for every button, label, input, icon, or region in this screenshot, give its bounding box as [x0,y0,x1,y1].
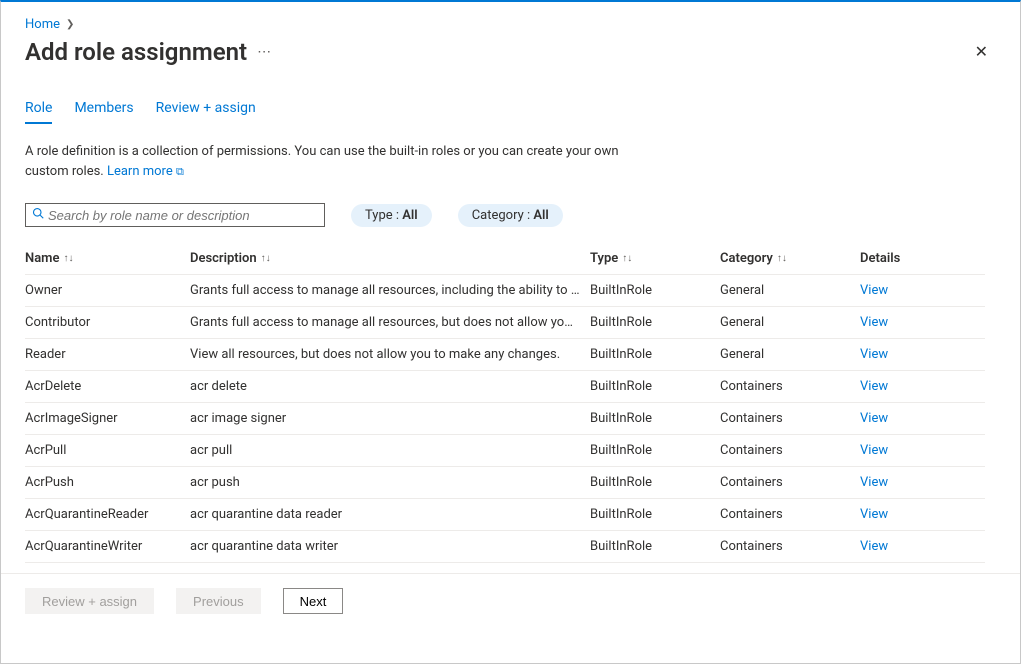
view-link[interactable]: View [860,379,888,394]
search-input[interactable] [48,208,318,223]
view-link[interactable]: View [860,411,888,426]
cell-category: General [720,347,860,362]
tabs: Role Members Review + assign [25,100,996,124]
cell-name: AcrPush [25,475,190,490]
cell-category: General [720,283,860,298]
cell-description: acr pull [190,443,590,458]
tab-review-assign[interactable]: Review + assign [156,100,256,124]
view-link[interactable]: View [860,507,888,522]
cell-name: Owner [25,283,190,298]
cell-description: Grants full access to manage all resourc… [190,315,590,330]
sort-icon: ↑↓ [261,253,271,264]
cell-description: acr push [190,475,590,490]
more-actions-button[interactable]: ⋯ [257,44,272,60]
view-link[interactable]: View [860,443,888,458]
breadcrumb: Home ❯ [25,12,996,36]
table-row[interactable]: AcrImageSigneracr image signerBuiltInRol… [25,403,985,435]
cell-type: BuiltInRole [590,411,720,426]
sort-icon: ↑↓ [63,253,73,264]
column-header-description[interactable]: Description ↑↓ [190,251,590,266]
table-row[interactable]: AcrDeleteacr deleteBuiltInRoleContainers… [25,371,985,403]
cell-name: AcrPull [25,443,190,458]
roles-table: Name ↑↓ Description ↑↓ Type ↑↓ Category … [25,243,985,563]
table-row[interactable]: ReaderView all resources, but does not a… [25,339,985,371]
cell-type: BuiltInRole [590,539,720,554]
type-filter-pill[interactable]: Type : All [351,204,432,227]
cell-description: acr delete [190,379,590,394]
view-link[interactable]: View [860,475,888,490]
search-input-wrapper[interactable] [25,203,325,227]
column-header-name[interactable]: Name ↑↓ [25,251,190,266]
table-row[interactable]: AcrPullacr pullBuiltInRoleContainersView [25,435,985,467]
category-filter-pill[interactable]: Category : All [458,204,563,227]
cell-category: Containers [720,507,860,522]
table-row[interactable]: AcrPushacr pushBuiltInRoleContainersView [25,467,985,499]
cell-name: AcrQuarantineReader [25,507,190,522]
view-link[interactable]: View [860,539,888,554]
cell-name: AcrQuarantineWriter [25,539,190,554]
tab-role[interactable]: Role [25,100,52,124]
chevron-right-icon: ❯ [66,19,74,30]
cell-type: BuiltInRole [590,347,720,362]
sort-icon: ↑↓ [622,253,632,264]
external-link-icon: ⧉ [176,165,184,178]
column-header-type[interactable]: Type ↑↓ [590,251,720,266]
close-button[interactable]: ✕ [967,40,996,64]
table-row[interactable]: AcrQuarantineReaderacr quarantine data r… [25,499,985,531]
cell-name: AcrImageSigner [25,411,190,426]
learn-more-link[interactable]: Learn more ⧉ [107,164,184,179]
search-icon [32,207,44,223]
view-link[interactable]: View [860,315,888,330]
cell-description: Grants full access to manage all resourc… [190,283,590,298]
view-link[interactable]: View [860,347,888,362]
column-header-details: Details [860,251,960,266]
cell-name: AcrDelete [25,379,190,394]
next-button[interactable]: Next [283,588,344,614]
cell-category: Containers [720,443,860,458]
table-header: Name ↑↓ Description ↑↓ Type ↑↓ Category … [25,243,985,275]
page-title: Add role assignment [25,38,247,66]
cell-category: Containers [720,475,860,490]
cell-type: BuiltInRole [590,443,720,458]
column-header-category[interactable]: Category ↑↓ [720,251,860,266]
breadcrumb-home[interactable]: Home [25,17,60,32]
sort-icon: ↑↓ [777,253,787,264]
review-assign-button: Review + assign [25,588,154,614]
cell-category: General [720,315,860,330]
cell-type: BuiltInRole [590,507,720,522]
description-text: A role definition is a collection of per… [25,142,645,181]
cell-description: acr image signer [190,411,590,426]
horizontal-scrollbar[interactable] [1,646,1020,663]
cell-type: BuiltInRole [590,379,720,394]
cell-name: Contributor [25,315,190,330]
cell-category: Containers [720,411,860,426]
table-row[interactable]: ContributorGrants full access to manage … [25,307,985,339]
cell-type: BuiltInRole [590,315,720,330]
table-row[interactable]: AcrQuarantineWriteracr quarantine data w… [25,531,985,563]
cell-description: acr quarantine data writer [190,539,590,554]
table-row[interactable]: OwnerGrants full access to manage all re… [25,275,985,307]
previous-button: Previous [176,588,261,614]
cell-category: Containers [720,539,860,554]
cell-name: Reader [25,347,190,362]
cell-type: BuiltInRole [590,283,720,298]
view-link[interactable]: View [860,283,888,298]
cell-type: BuiltInRole [590,475,720,490]
cell-category: Containers [720,379,860,394]
footer-bar: Review + assign Previous Next [1,573,1020,663]
main-scroll-area[interactable]: Home ❯ Add role assignment ⋯ ✕ Role Memb… [1,2,1020,574]
cell-description: View all resources, but does not allow y… [190,347,590,362]
cell-description: acr quarantine data reader [190,507,590,522]
tab-members[interactable]: Members [74,100,133,124]
